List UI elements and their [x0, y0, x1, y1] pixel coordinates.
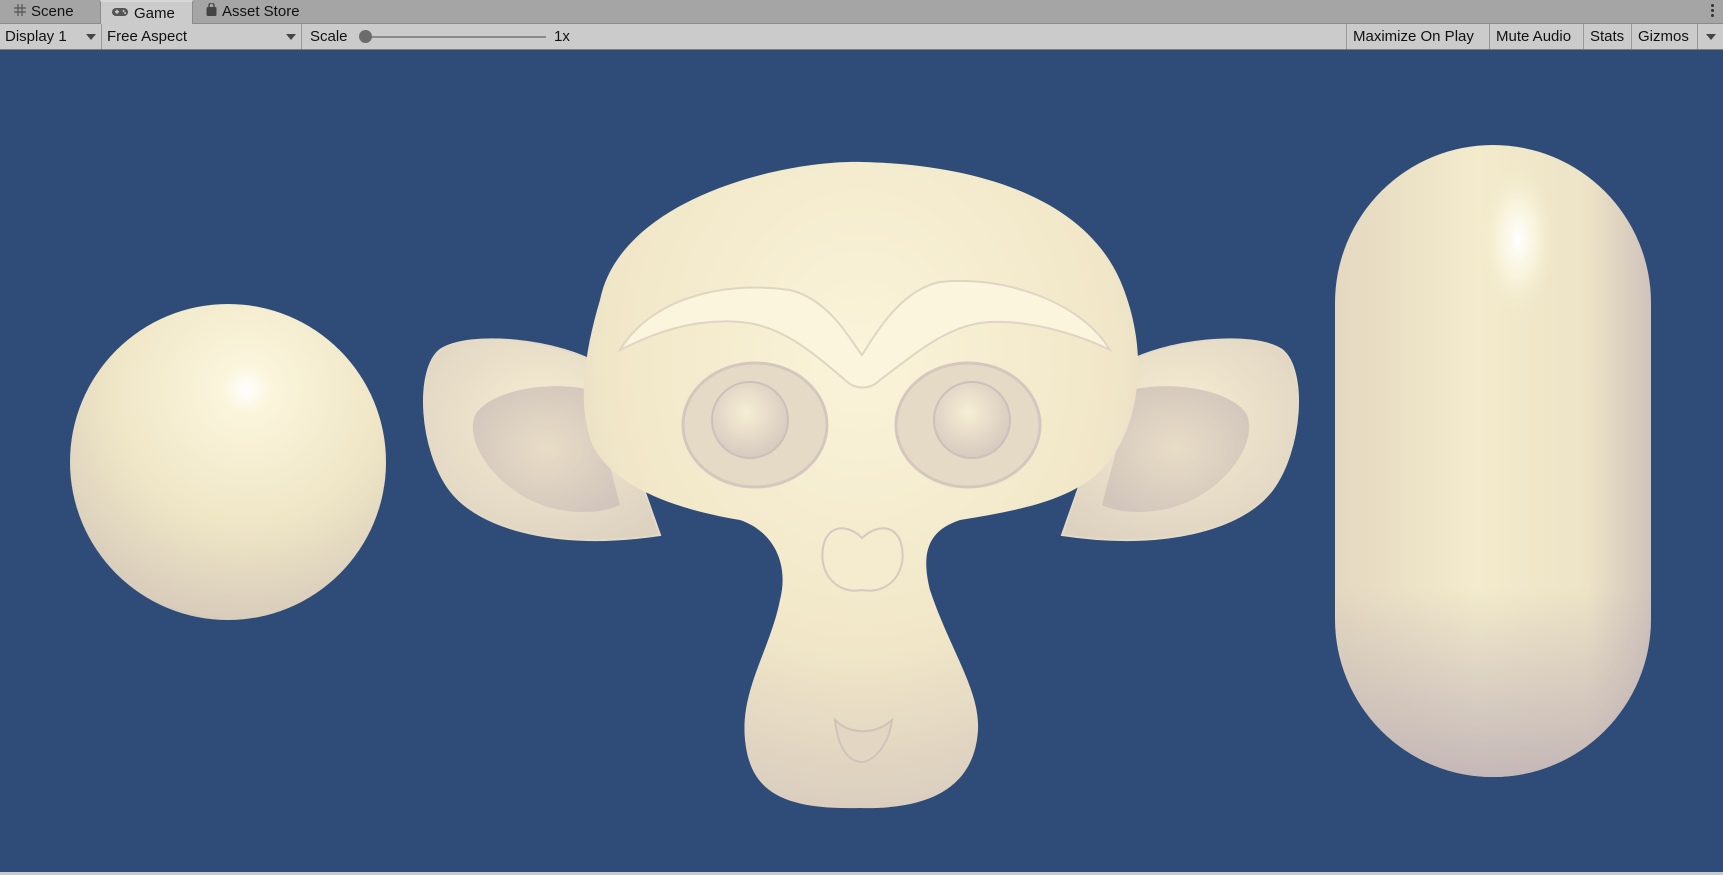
mute-audio-button[interactable]: Mute Audio [1489, 24, 1577, 49]
scene-render [70, 145, 1651, 809]
tab-asset-store-label: Asset Store [222, 3, 300, 21]
gizmos-button[interactable]: Gizmos [1631, 24, 1695, 49]
tab-scene[interactable]: Scene [4, 0, 100, 24]
capsule-object [1335, 145, 1651, 777]
sphere-object [70, 304, 386, 620]
aspect-dropdown-label: Free Aspect [107, 28, 188, 45]
game-viewport[interactable] [0, 50, 1723, 875]
grid-icon [14, 0, 26, 24]
chevron-down-icon [286, 34, 296, 40]
tab-game[interactable]: Game [100, 0, 193, 25]
shopping-bag-icon [206, 0, 217, 24]
monkey-head-object [423, 161, 1299, 809]
chevron-down-icon [86, 34, 96, 40]
chevron-down-icon [1706, 34, 1716, 40]
tab-game-label: Game [134, 5, 175, 23]
scale-slider-thumb[interactable] [359, 30, 372, 43]
more-options-icon[interactable] [1711, 2, 1715, 20]
tab-bar: Scene Game Asset Store [0, 0, 1723, 25]
gamepad-icon [111, 2, 129, 26]
gizmos-dropdown[interactable] [1697, 24, 1723, 49]
aspect-dropdown[interactable]: Free Aspect [102, 24, 302, 49]
tab-scene-label: Scene [31, 3, 74, 21]
maximize-on-play-button[interactable]: Maximize On Play [1346, 24, 1480, 49]
scale-slider-track[interactable] [365, 36, 546, 38]
display-dropdown[interactable]: Display 1 [0, 24, 102, 49]
tab-asset-store[interactable]: Asset Store [196, 0, 316, 24]
scale-label: Scale [310, 28, 348, 45]
scale-value: 1x [554, 28, 570, 45]
game-view-toolbar: Display 1 Free Aspect Scale 1x Maximize … [0, 24, 1723, 50]
display-dropdown-label: Display 1 [5, 28, 67, 45]
stats-button[interactable]: Stats [1583, 24, 1630, 49]
